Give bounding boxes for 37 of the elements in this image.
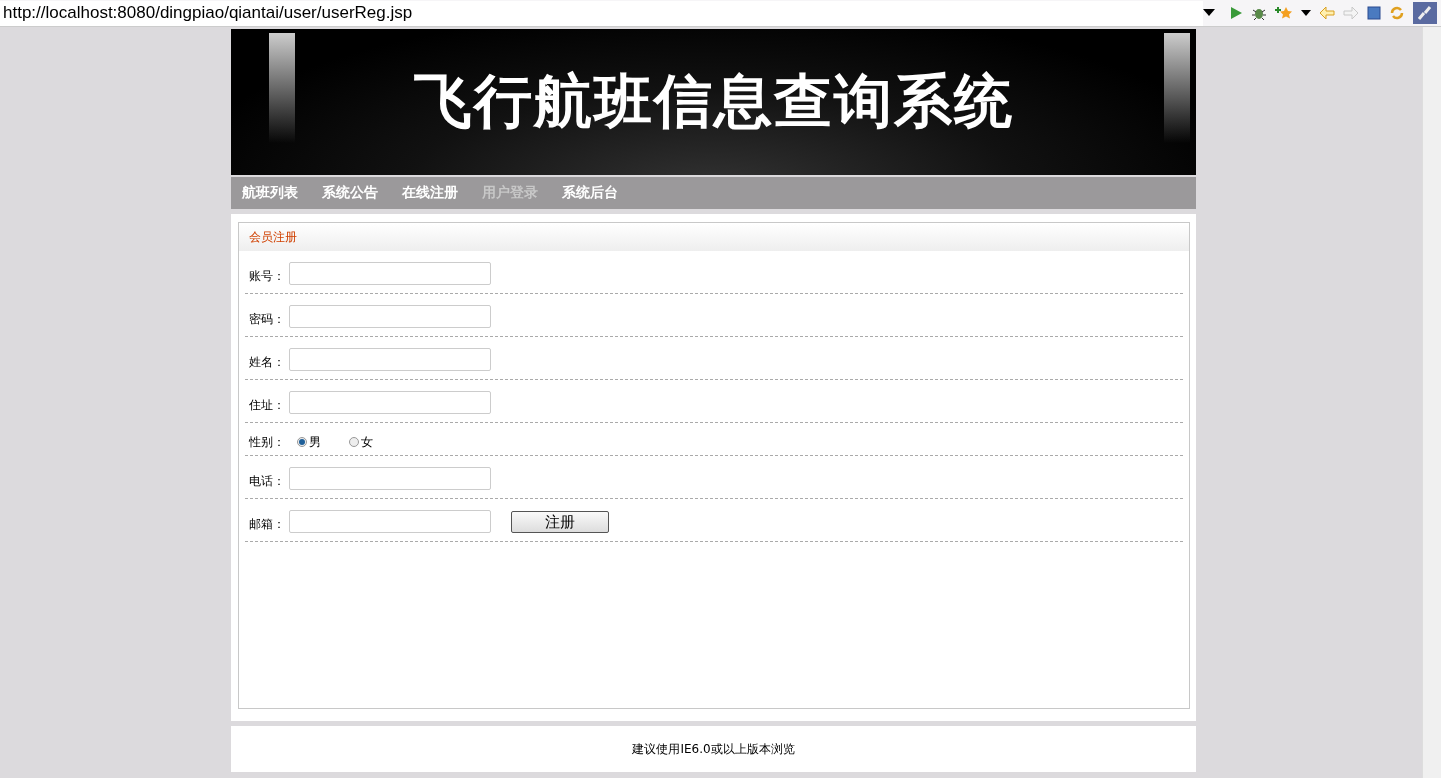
radio-button[interactable] (297, 437, 307, 447)
field-label: 账号： (249, 268, 285, 285)
dropdown-arrow-icon[interactable] (1301, 9, 1311, 17)
field-label: 密码： (249, 311, 285, 328)
refresh-icon[interactable] (1389, 5, 1405, 21)
text-field[interactable] (289, 510, 491, 533)
stop-icon[interactable] (1367, 6, 1381, 20)
back-arrow-icon[interactable] (1319, 6, 1335, 20)
address-field[interactable]: http://localhost:8080/dingpiao/qiantai/user/userReg.jsp (0, 0, 1203, 26)
dropdown-arrow-icon[interactable] (1203, 9, 1215, 17)
text-field[interactable] (289, 467, 491, 490)
banner-title: 飞行航班信息查询系统 (413, 66, 1014, 137)
nav-link[interactable]: 航班列表 (242, 184, 298, 202)
register-button[interactable]: 注册 (511, 511, 609, 533)
url-text: http://localhost:8080/dingpiao/qiantai/user/userReg.jsp (3, 3, 413, 23)
field-label: 邮箱： (249, 516, 285, 533)
nav-link[interactable]: 在线注册 (402, 184, 458, 202)
field-label: 电话： (249, 473, 285, 490)
text-field[interactable] (289, 391, 491, 414)
app-logo-icon[interactable] (1413, 2, 1437, 24)
run-icon[interactable] (1229, 6, 1243, 20)
forward-arrow-icon[interactable] (1343, 6, 1359, 20)
radio-label: 男 (309, 433, 321, 451)
footer-text: 建议使用IE6.0或以上版本浏览 (632, 740, 795, 758)
nav-link[interactable]: 系统后台 (562, 184, 618, 202)
text-field[interactable] (289, 305, 491, 328)
text-field[interactable] (289, 262, 491, 285)
field-label: 姓名： (249, 354, 285, 371)
star-icon[interactable] (1275, 5, 1293, 21)
radio-label: 女 (361, 433, 373, 451)
scrollbar[interactable] (1422, 27, 1441, 778)
panel-title: 会员注册 (249, 228, 297, 246)
radio-button[interactable] (349, 437, 359, 447)
field-label: 性别： (249, 433, 285, 451)
nav-link[interactable]: 系统公告 (322, 184, 378, 202)
text-field[interactable] (289, 348, 491, 371)
field-label: 住址： (249, 397, 285, 414)
